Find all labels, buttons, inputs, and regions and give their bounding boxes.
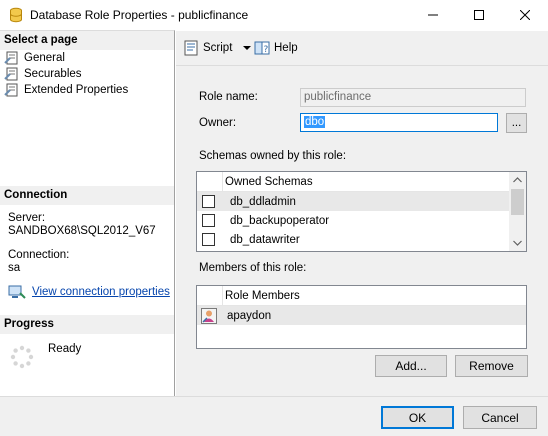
- schema-checkbox[interactable]: [202, 214, 215, 227]
- owner-field[interactable]: dbo: [300, 113, 498, 132]
- member-row[interactable]: apaydon: [197, 306, 526, 325]
- browse-owner-button[interactable]: ...: [506, 113, 527, 133]
- page-item-label: General: [24, 52, 65, 64]
- progress-header: Progress: [0, 315, 174, 334]
- page-item-label: Securables: [24, 68, 82, 80]
- maximize-icon: [474, 10, 484, 20]
- cancel-button[interactable]: Cancel: [463, 406, 537, 429]
- select-page-header: Select a page: [0, 31, 174, 50]
- schema-row[interactable]: db_ddladmin: [197, 192, 526, 211]
- schema-name: db_ddladmin: [230, 195, 296, 208]
- help-icon: ?: [254, 41, 270, 55]
- schemas-scrollbar[interactable]: [509, 172, 526, 251]
- role-members-header: Role Members: [225, 289, 300, 302]
- help-label: Help: [274, 42, 298, 54]
- owner-value: dbo: [304, 116, 326, 128]
- schema-row[interactable]: db_backupoperator: [197, 211, 526, 230]
- page-item-general[interactable]: General: [4, 50, 65, 66]
- members-grid: Role Members apaydon: [196, 285, 527, 349]
- toolbar: Script ? Help: [176, 31, 548, 66]
- page-wrench-icon: [4, 51, 18, 65]
- page-item-securables[interactable]: Securables: [4, 66, 82, 82]
- page-item-extended-properties[interactable]: Extended Properties: [4, 82, 128, 98]
- view-connection-properties[interactable]: View connection properties: [8, 284, 170, 300]
- role-name-field: publicfinance: [300, 88, 526, 107]
- user-icon: [201, 307, 217, 324]
- page-item-label: Extended Properties: [24, 84, 129, 96]
- schema-name: db_backupoperator: [230, 214, 330, 227]
- server-label: Server:: [8, 212, 46, 224]
- schemas-grid: Owned Schemas db_ddladmin db_backupopera…: [196, 171, 527, 252]
- member-name: apaydon: [227, 309, 272, 322]
- connection-value: sa: [8, 262, 21, 274]
- dropdown-arrow-icon[interactable]: [242, 45, 252, 51]
- schemas-label: Schemas owned by this role:: [199, 150, 347, 162]
- add-member-button[interactable]: Add...: [375, 355, 447, 377]
- connection-label: Connection:: [8, 249, 70, 261]
- scroll-down-icon[interactable]: [513, 240, 522, 246]
- connection-header: Connection: [0, 186, 174, 205]
- schema-checkbox[interactable]: [202, 195, 215, 208]
- help-button[interactable]: ? Help: [254, 39, 298, 57]
- script-icon: [184, 40, 198, 56]
- view-connection-link[interactable]: View connection properties: [32, 286, 170, 298]
- members-label: Members of this role:: [199, 262, 307, 274]
- progress-status: Ready: [48, 343, 82, 355]
- schema-row[interactable]: db_datawriter: [197, 230, 526, 249]
- footer: OK Cancel: [0, 396, 548, 436]
- ok-button[interactable]: OK: [381, 406, 454, 429]
- page-wrench-icon: [4, 67, 18, 81]
- svg-text:?: ?: [264, 45, 269, 55]
- window-title: Database Role Properties - publicfinance: [30, 8, 249, 22]
- owned-schemas-header: Owned Schemas: [225, 175, 313, 188]
- server-value: SANDBOX68\SQL2012_V67: [8, 225, 156, 237]
- schemas-grid-header: Owned Schemas: [197, 172, 526, 192]
- script-label: Script: [203, 42, 233, 54]
- script-button[interactable]: Script: [183, 39, 256, 57]
- owner-label: Owner:: [199, 117, 237, 129]
- close-button[interactable]: [502, 0, 548, 30]
- title-bar: Database Role Properties - publicfinance: [0, 0, 548, 30]
- schema-checkbox[interactable]: [202, 233, 215, 246]
- left-pane: Select a page General Securables Extende…: [0, 30, 175, 396]
- minimize-icon: [428, 14, 438, 16]
- close-icon: [520, 10, 530, 20]
- scroll-thumb[interactable]: [511, 189, 524, 215]
- general-page: Role name: publicfinance Owner: dbo ... …: [176, 66, 548, 396]
- page-wrench-icon: [4, 83, 18, 97]
- role-name-label: Role name:: [199, 91, 258, 103]
- progress-spinner-icon: [10, 345, 34, 369]
- schema-name: db_datawriter: [230, 233, 300, 246]
- scroll-up-icon[interactable]: [513, 177, 522, 183]
- minimize-button[interactable]: [410, 0, 456, 30]
- remove-member-button[interactable]: Remove: [455, 355, 528, 377]
- maximize-button[interactable]: [456, 0, 502, 30]
- database-icon: [10, 7, 22, 23]
- members-grid-header: Role Members: [197, 286, 526, 306]
- connection-properties-icon: [8, 285, 26, 299]
